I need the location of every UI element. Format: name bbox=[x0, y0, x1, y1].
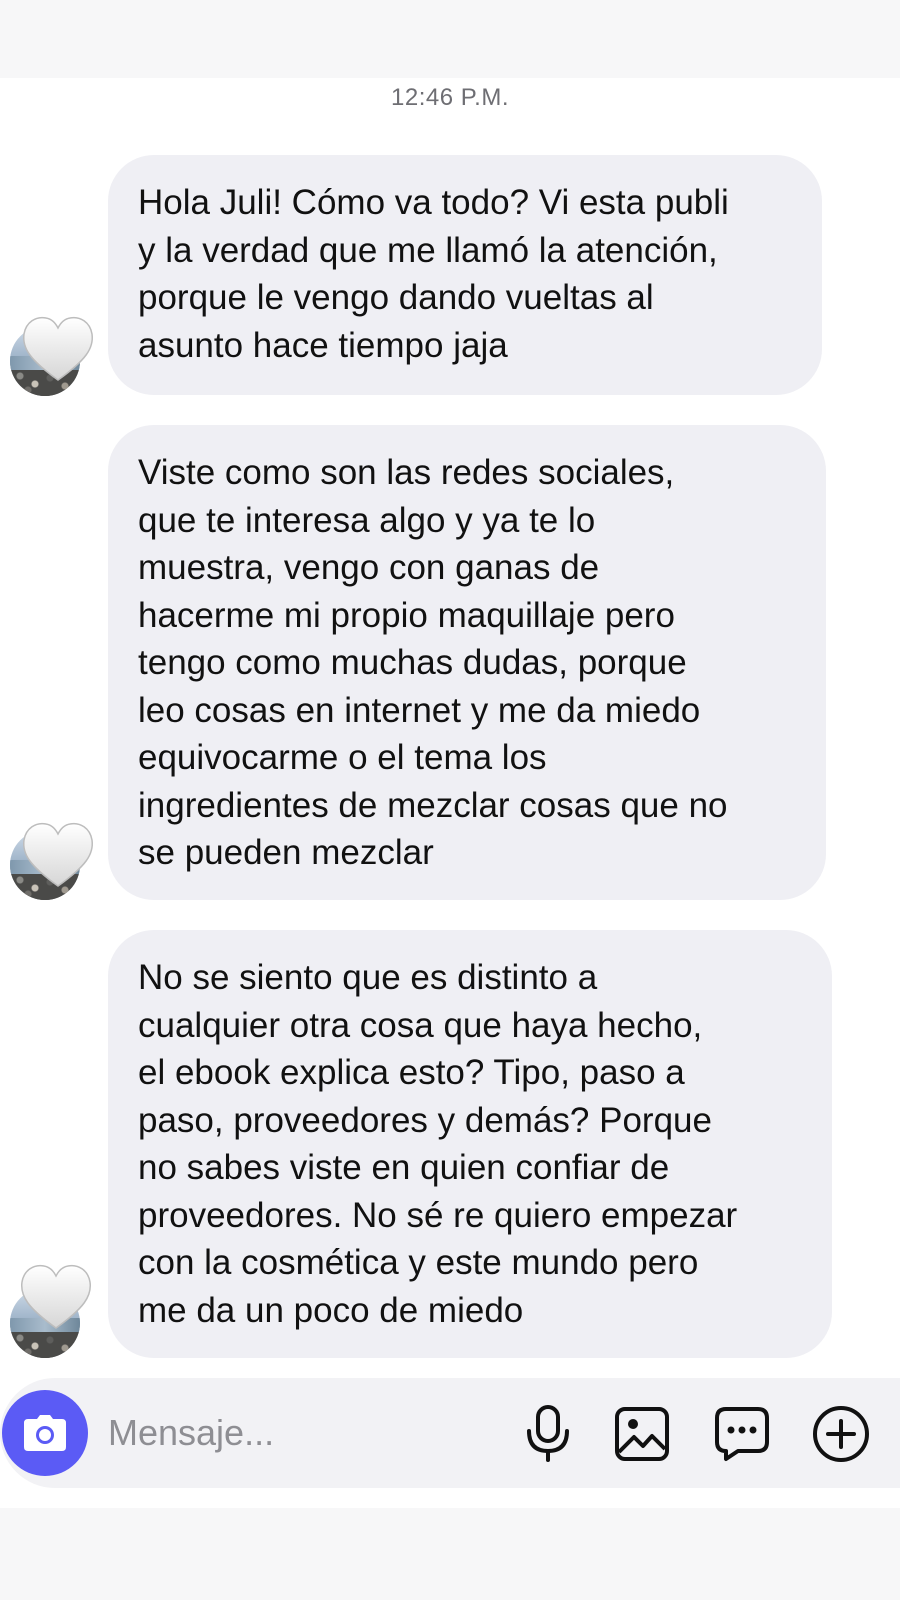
microphone-icon bbox=[527, 1405, 569, 1462]
sticker-chat-icon bbox=[715, 1407, 769, 1461]
gallery-button[interactable] bbox=[612, 1404, 672, 1464]
message-line: y la verdad que me llamó la atención, bbox=[138, 230, 718, 270]
plus-button[interactable] bbox=[811, 1404, 871, 1464]
message-timestamp: 12:46 P.M. bbox=[391, 84, 509, 111]
message-line: leo cosas en internet y me da miedo bbox=[138, 690, 701, 730]
bottom-safe-area bbox=[0, 1508, 900, 1600]
message-line: cualquier otra cosa que haya hecho, bbox=[138, 1005, 703, 1045]
plus-circle-icon bbox=[813, 1406, 869, 1462]
message-line: Hola Juli! Cómo va todo? Vi esta publi bbox=[138, 183, 729, 222]
message-bubble[interactable]: Viste como son las redes sociales, que t… bbox=[108, 425, 826, 900]
message-line: hacerme mi propio maquillaje pero bbox=[138, 595, 675, 635]
message-line: proveedores. No sé re quiero empezar bbox=[138, 1195, 738, 1235]
message-line: Viste como son las redes sociales, bbox=[138, 453, 675, 492]
message-line: muestra, vengo con ganas de bbox=[138, 548, 600, 587]
sticker-chat-button[interactable] bbox=[712, 1404, 772, 1464]
microphone-button[interactable] bbox=[518, 1404, 578, 1464]
message-line: No se siento que es distinto a bbox=[138, 958, 598, 997]
gallery-icon bbox=[615, 1407, 669, 1461]
message-line: asunto hace tiempo jaja bbox=[138, 325, 508, 365]
message-bubble[interactable]: No se siento que es distinto a cualquier… bbox=[108, 930, 832, 1358]
message-line: que te interesa algo y ya te lo bbox=[138, 500, 596, 540]
message-line: paso, proveedores y demás? Porque bbox=[138, 1100, 712, 1140]
message-line: tengo como muchas dudas, porque bbox=[138, 643, 687, 682]
camera-icon bbox=[24, 1415, 66, 1451]
message-line: el ebook explica esto? Tipo, paso a bbox=[138, 1053, 685, 1092]
avatar-photo-pebbles bbox=[10, 1332, 80, 1358]
message-line: no sabes viste en quien confiar de bbox=[138, 1148, 670, 1187]
heart-reaction-icon bbox=[22, 822, 94, 887]
message-line: equivocarme o el tema los bbox=[138, 738, 547, 777]
message-line: ingredientes de mezclar cosas que no bbox=[138, 785, 728, 825]
top-bar bbox=[0, 0, 900, 78]
message-line: se pueden mezclar bbox=[138, 833, 434, 872]
message-bubble[interactable]: Hola Juli! Cómo va todo? Vi esta publi y… bbox=[108, 155, 822, 395]
message-line: porque le vengo dando vueltas al bbox=[138, 278, 654, 317]
message-line: con la cosmética y este mundo pero bbox=[138, 1243, 699, 1282]
heart-reaction-icon bbox=[20, 1264, 92, 1329]
message-line: me da un poco de miedo bbox=[138, 1290, 524, 1330]
heart-reaction-icon bbox=[22, 316, 94, 381]
camera-button[interactable] bbox=[2, 1390, 88, 1476]
message-input[interactable] bbox=[108, 1408, 488, 1458]
